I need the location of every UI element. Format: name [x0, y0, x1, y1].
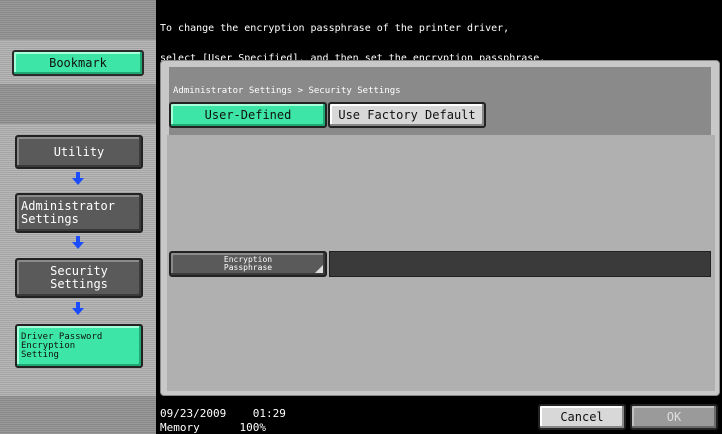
memory-value: 100% — [239, 421, 267, 434]
ok-button[interactable]: OK — [630, 404, 718, 430]
content-area: Encryption Passphrase — [167, 135, 715, 391]
time: 01:29 — [252, 407, 286, 420]
cancel-button[interactable]: Cancel — [538, 404, 626, 430]
breadcrumb-line-1: Administrator Settings > Security Settin… — [173, 86, 401, 96]
left-panel: Bookmark Utility Administrator Settings … — [0, 0, 156, 434]
left-band-mid — [0, 84, 156, 124]
arrow-down-icon — [72, 302, 84, 315]
sidebar-item-security-settings[interactable]: Security Settings — [15, 258, 143, 298]
sidebar-item-driver-password-encryption[interactable]: Driver Password Encryption Setting — [15, 324, 143, 368]
arrow-down-icon — [72, 172, 84, 185]
use-factory-default-button[interactable]: Use Factory Default — [328, 102, 486, 128]
encryption-passphrase-button[interactable]: Encryption Passphrase — [169, 251, 327, 277]
instruction-line-1: To change the encryption passphrase of t… — [160, 23, 510, 34]
date: 09/23/2009 — [160, 407, 227, 420]
datetime: 09/23/2009 01:29 — [160, 408, 286, 419]
bookmark-button[interactable]: Bookmark — [12, 50, 144, 76]
encryption-passphrase-field[interactable] — [329, 251, 711, 277]
left-band-top — [0, 0, 156, 40]
main-panel: Administrator Settings > Security Settin… — [160, 60, 720, 396]
left-band-bottom — [0, 396, 156, 434]
sidebar-item-administrator-settings[interactable]: Administrator Settings — [15, 193, 143, 233]
arrow-down-icon — [72, 236, 84, 249]
corner-indicator-icon — [315, 265, 323, 273]
status-bar: 09/23/2009 01:29 Memory 100% Cancel OK — [160, 400, 722, 434]
user-defined-button[interactable]: User-Defined — [169, 102, 327, 128]
sidebar-item-utility[interactable]: Utility — [15, 135, 143, 169]
memory: Memory 100% — [160, 422, 266, 433]
memory-label: Memory — [160, 421, 200, 434]
encryption-passphrase-label: Encryption Passphrase — [223, 255, 273, 272]
